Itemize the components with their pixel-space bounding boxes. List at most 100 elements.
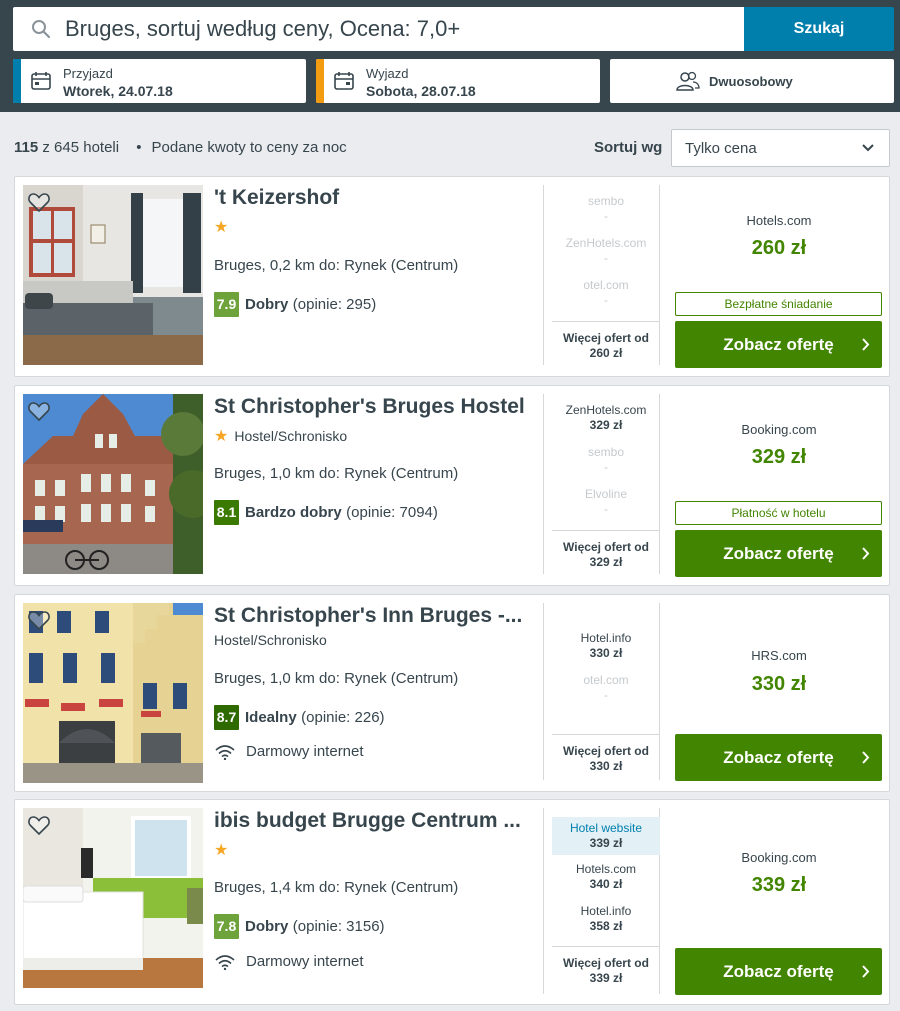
hotel-name[interactable]: ibis budget Brugge Centrum ... (214, 809, 536, 833)
search-button[interactable]: Szukaj (744, 7, 894, 51)
checkout-accent (316, 59, 324, 103)
hotel-photo[interactable] (23, 185, 203, 365)
offer-provider: otel.com (583, 673, 629, 687)
amenity-label: Darmowy internet (246, 953, 364, 970)
offer-price: 339 zł (589, 836, 623, 850)
offer-item[interactable]: sembo - (552, 194, 660, 224)
more-offers-price: 339 zł (589, 971, 623, 985)
hotel-name[interactable]: 't Keizershof (214, 186, 536, 210)
favorite-heart-icon[interactable] (27, 814, 51, 836)
checkout-date[interactable]: Wyjazd Sobota, 28.07.18 (316, 59, 600, 103)
hotel-card[interactable]: ibis budget Brugge Centrum ... ★ Bruges,… (14, 799, 890, 1005)
best-price[interactable]: 260 zł (675, 237, 883, 260)
hotel-location[interactable]: Bruges, 1,0 km do: Rynek (Centrum) (214, 465, 458, 482)
checkout-value: Sobota, 28.07.18 (366, 83, 476, 99)
view-offer-button[interactable]: Zobacz ofertę (675, 734, 882, 781)
more-offers-link[interactable]: Więcej ofert od 260 zł (552, 321, 660, 361)
other-offers: Hotel.info 330 zł otel.com - Więcej ofert … (543, 603, 660, 780)
hotel-photo[interactable] (23, 394, 203, 574)
results-count: 115 (14, 139, 39, 156)
view-offer-label: Zobacz ofertę (723, 962, 834, 981)
rating-score: 8.1 (214, 500, 239, 525)
more-offers-link[interactable]: Więcej ofert od 330 zł (552, 734, 660, 774)
hotel-rating[interactable]: 8.7 Idealny (opinie: 226) (214, 705, 385, 731)
review-count: (opinie: 7094) (346, 504, 438, 521)
offer-item[interactable]: Hotels.com 340 zł (552, 862, 660, 892)
favorite-heart-icon[interactable] (27, 400, 51, 422)
hotel-photo[interactable] (23, 808, 203, 988)
offer-item[interactable]: otel.com - (552, 278, 660, 308)
offer-provider: Elvoline (584, 487, 628, 501)
more-offers-link[interactable]: Więcej ofert od 339 zł (552, 946, 660, 986)
offer-price: 330 zł (589, 646, 623, 660)
hotel-location[interactable]: Bruges, 1,0 km do: Rynek (Centrum) (214, 670, 458, 687)
rating-label: Dobry (245, 918, 289, 935)
view-offer-button[interactable]: Zobacz ofertę (675, 321, 882, 368)
hotel-location[interactable]: Bruges, 0,2 km do: Rynek (Centrum) (214, 257, 458, 274)
search-input[interactable]: Bruges, sortuj według ceny, Ocena: 7,0+ (13, 7, 744, 51)
offer-price: 340 zł (589, 877, 623, 891)
offer-price: - (604, 460, 608, 474)
calendar-icon (31, 72, 51, 90)
best-price[interactable]: 329 zł (675, 446, 883, 469)
offer-provider: otel.com (583, 278, 629, 292)
checkin-date[interactable]: Przyjazd Wtorek, 24.07.18 (13, 59, 306, 103)
review-count: (opinie: 295) (292, 296, 377, 313)
offer-item[interactable]: Elvoline - (552, 487, 660, 517)
hotel-stars: ★ (214, 217, 234, 236)
hotel-card[interactable]: St Christopher's Inn Bruges -... Hostel/… (14, 594, 890, 792)
offer-badge: Płatność w hotelu (675, 501, 882, 525)
view-offer-label: Zobacz ofertę (723, 748, 834, 767)
results-total: z 645 hoteli (42, 139, 120, 156)
checkin-value: Wtorek, 24.07.18 (63, 83, 173, 99)
more-offers-label: Więcej ofert od (563, 540, 649, 554)
view-offer-button[interactable]: Zobacz ofertę (675, 530, 882, 577)
offer-item[interactable]: ZenHotels.com 329 zł (552, 403, 660, 433)
hotel-location[interactable]: Bruges, 1,4 km do: Rynek (Centrum) (214, 879, 458, 896)
rating-label: Idealny (245, 709, 297, 726)
hotel-rating[interactable]: 8.1 Bardzo dobry (opinie: 7094) (214, 500, 438, 526)
rating-score: 7.8 (214, 914, 239, 939)
offer-item[interactable]: sembo - (552, 445, 660, 475)
search-query: Bruges, sortuj według ceny, Ocena: 7,0+ (65, 16, 461, 41)
hotel-card[interactable]: 't Keizershof ★ Bruges, 0,2 km do: Rynek… (14, 176, 890, 377)
best-offer: Booking.com 339 zł Zobacz ofertę (675, 808, 883, 995)
best-provider[interactable]: Hotels.com (675, 213, 883, 228)
hotel-photo[interactable] (23, 603, 203, 783)
other-offers: ZenHotels.com 329 zł sembo - Elvoline - Wię… (543, 394, 660, 574)
star-icon: ★ (214, 219, 229, 236)
chevron-right-icon (862, 338, 870, 351)
hotel-type: Hostel/Schronisko (214, 632, 327, 648)
chevron-right-icon (862, 547, 870, 560)
offer-item[interactable]: Hotel website 339 zł (552, 817, 660, 855)
hotel-rating[interactable]: 7.8 Dobry (opinie: 3156) (214, 914, 385, 940)
offer-item[interactable]: Hotel.info 330 zł (552, 631, 660, 661)
view-offer-button[interactable]: Zobacz ofertę (675, 948, 882, 995)
favorite-heart-icon[interactable] (27, 191, 51, 213)
hotel-name[interactable]: St Christopher's Bruges Hostel (214, 395, 536, 419)
price-note: Podane kwoty to ceny za noc (151, 139, 347, 156)
best-provider[interactable]: Booking.com (675, 850, 883, 865)
hotel-rating[interactable]: 7.9 Dobry (opinie: 295) (214, 292, 376, 318)
best-price[interactable]: 339 zł (675, 874, 883, 897)
hotel-card[interactable]: St Christopher's Bruges Hostel ★ Hostel/S… (14, 385, 890, 586)
best-offer: HRS.com 330 zł Zobacz ofertę (675, 603, 883, 786)
best-provider[interactable]: HRS.com (675, 648, 883, 663)
chevron-down-icon (862, 144, 874, 152)
sort-select[interactable]: Tylko cena (671, 129, 890, 167)
hotel-stars: ★ Hostel/Schronisko (214, 426, 347, 445)
offer-item[interactable]: ZenHotels.com - (552, 236, 660, 266)
offer-provider: sembo (587, 445, 625, 459)
hotel-name[interactable]: St Christopher's Inn Bruges -... (214, 604, 536, 628)
best-price[interactable]: 330 zł (675, 673, 883, 696)
people-icon (676, 71, 700, 91)
offer-price: - (604, 688, 608, 702)
best-provider[interactable]: Booking.com (675, 422, 883, 437)
sort-value: Tylko cena (685, 140, 757, 157)
offer-price: 329 zł (589, 418, 623, 432)
offer-item[interactable]: Hotel.info 358 zł (552, 904, 660, 934)
room-type-selector[interactable]: Dwuosobowy (610, 59, 894, 103)
favorite-heart-icon[interactable] (27, 609, 51, 631)
more-offers-link[interactable]: Więcej ofert od 329 zł (552, 530, 660, 570)
offer-item[interactable]: otel.com - (552, 673, 660, 703)
